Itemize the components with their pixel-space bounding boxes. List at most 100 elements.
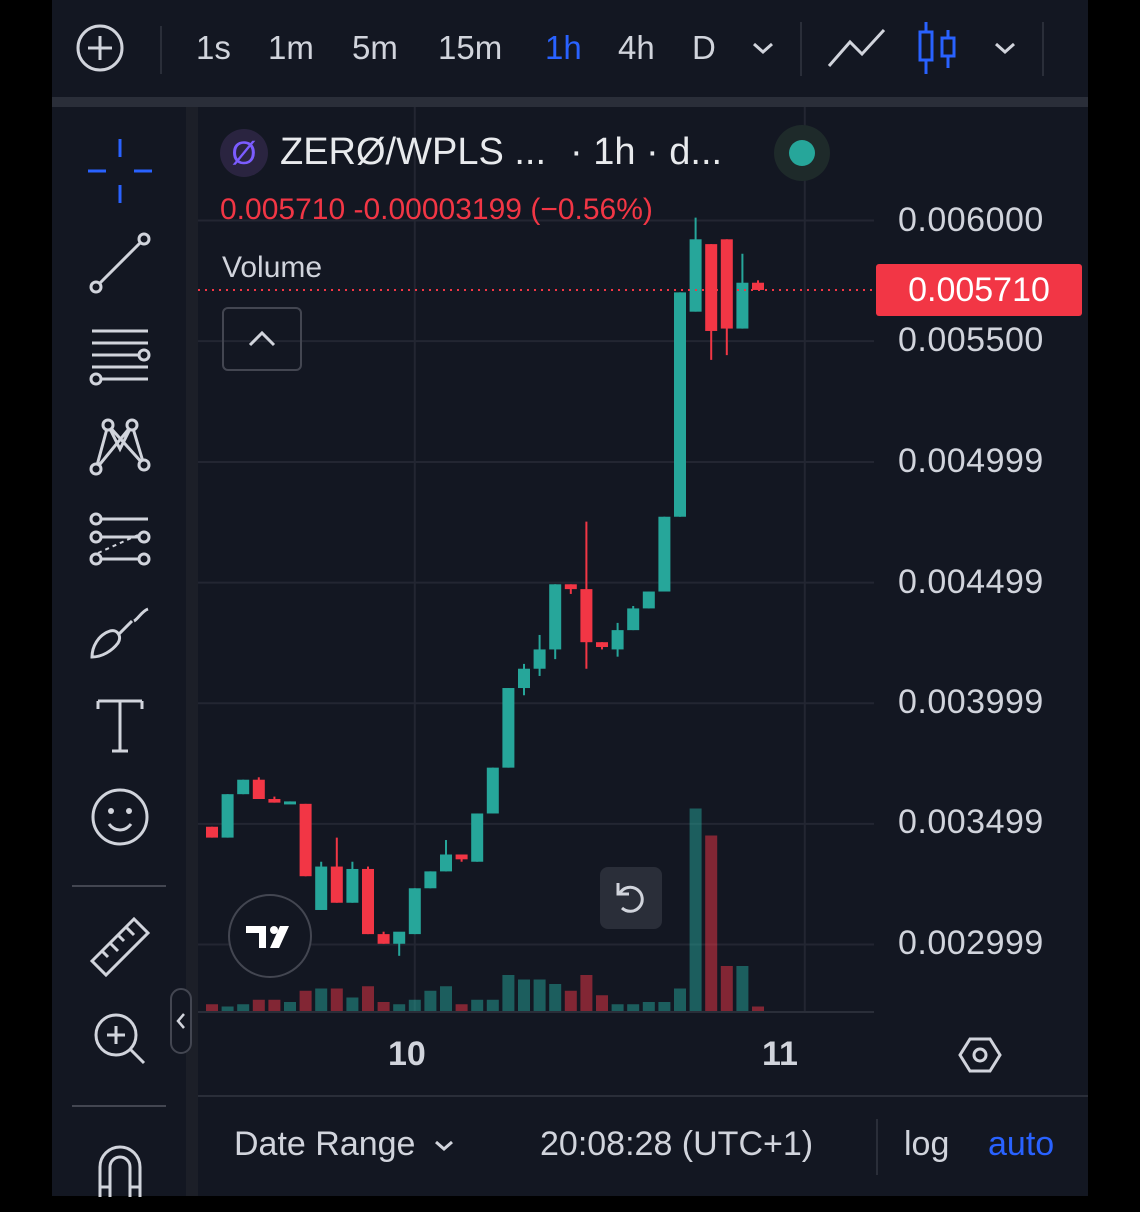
candlestick-chart-icon[interactable] (916, 20, 958, 76)
volume-bar (284, 1002, 296, 1011)
magnet-icon[interactable] (80, 1127, 160, 1207)
brush-icon[interactable] (80, 591, 160, 671)
candle-body (268, 799, 281, 803)
timeframe-1m[interactable]: 1m (268, 28, 314, 68)
symbol-logo: Ø (220, 129, 268, 177)
candle-body (580, 589, 593, 643)
volume-bar (393, 1004, 406, 1011)
timeframe-1h[interactable]: 1h (545, 28, 582, 68)
volume-bar (377, 1002, 390, 1011)
chart-type-chevron-down-icon[interactable] (992, 38, 1018, 58)
candle-body (393, 931, 406, 944)
volume-bar (705, 835, 718, 1011)
candle-body (315, 866, 328, 910)
candle-body (455, 854, 468, 860)
timeframe-5m[interactable]: 5m (352, 28, 398, 68)
volume-bar (252, 999, 265, 1011)
candle-body (237, 779, 250, 795)
time-axis-label: 11 (762, 1035, 798, 1073)
fib-retracement-icon[interactable] (80, 315, 160, 395)
volume-bar (533, 979, 546, 1011)
toolbar-divider (72, 885, 166, 887)
date-range-label: Date Range (234, 1125, 416, 1163)
candle-body (627, 608, 640, 631)
candle-body (564, 584, 577, 590)
timeframe-15m[interactable]: 15m (438, 28, 502, 68)
ruler-icon[interactable] (80, 907, 160, 987)
candle-body (377, 934, 390, 944)
volume-bar (237, 1004, 250, 1011)
line-chart-icon[interactable] (826, 24, 888, 72)
chart-settings-icon[interactable] (958, 1033, 1002, 1077)
volume-bar (736, 966, 749, 1011)
volume-bar (455, 1004, 468, 1011)
tradingview-logo-icon[interactable] (228, 894, 312, 978)
volume-bar (720, 966, 733, 1011)
clock-timezone[interactable]: 20:08:28 (UTC+1) (540, 1125, 813, 1164)
pattern-icon[interactable] (80, 407, 160, 487)
time-axis-label: 10 (388, 1035, 426, 1073)
volume-bar (486, 999, 499, 1011)
volume-bar (206, 1004, 218, 1011)
candle-body (221, 794, 234, 838)
reset-chart-icon[interactable] (600, 867, 662, 929)
add-symbol-icon[interactable] (74, 22, 126, 74)
candle-body (408, 888, 421, 935)
symbol-name[interactable]: ZERØ/WPLS ... (280, 131, 546, 174)
candle-body (330, 866, 343, 903)
zoom-in-icon[interactable] (80, 999, 160, 1079)
volume-bar (362, 986, 374, 1011)
candle-body (346, 868, 359, 903)
emoji-icon[interactable] (80, 777, 160, 857)
timeframe-1s[interactable]: 1s (196, 28, 231, 68)
volume-bar (346, 997, 359, 1011)
volume-bar (580, 975, 593, 1011)
candle-body (440, 854, 452, 872)
collapse-legend-button[interactable] (222, 307, 302, 371)
candle-body (674, 292, 686, 517)
ohlc-readout: 0.005710 -0.00003199 (−0.56%) (220, 193, 653, 227)
candle-body (471, 813, 484, 862)
price-change: -0.00003199 (353, 193, 522, 226)
trend-line-icon[interactable] (80, 223, 160, 303)
candle-body (720, 239, 733, 329)
volume-bar (424, 990, 437, 1011)
timeframe-d[interactable]: D (692, 28, 716, 68)
text-icon[interactable] (80, 685, 160, 765)
volume-bar (221, 1006, 234, 1011)
auto-scale-toggle[interactable]: auto (988, 1125, 1054, 1164)
candle-body (284, 801, 296, 805)
crosshair-icon[interactable] (80, 131, 160, 211)
top-toolbar: 1s 1m 5m 15m 1h 4h D (52, 0, 1088, 97)
chevron-left-icon (176, 1013, 185, 1029)
candle-body (611, 630, 624, 650)
volume-bar (440, 986, 452, 1011)
volume-bar (611, 1004, 624, 1011)
prediction-icon[interactable] (80, 499, 160, 579)
timeframe-chevron-down-icon[interactable] (750, 38, 776, 58)
candle-body (642, 591, 655, 609)
candle-body (658, 516, 671, 592)
last-price: 0.005710 (220, 193, 346, 226)
candle-body (689, 239, 702, 312)
price-change-percent: (−0.56%) (530, 193, 653, 226)
collapse-toolbar-button[interactable] (170, 988, 192, 1054)
volume-legend: Volume (222, 251, 323, 284)
market-status-icon[interactable] (774, 125, 830, 181)
candle-body (424, 871, 437, 889)
chart-pane[interactable]: Ø ZERØ/WPLS ... · 1h · d... 0.005710 -0.… (198, 107, 1088, 1196)
log-scale-toggle[interactable]: log (904, 1125, 949, 1164)
volume-bar (268, 999, 281, 1011)
chevron-up-icon (248, 330, 276, 347)
toolbar-divider (72, 1105, 166, 1107)
timeframe-4h[interactable]: 4h (618, 28, 655, 68)
volume-bar (549, 984, 562, 1011)
volume-bar (642, 1002, 655, 1011)
price-axis-label: 0.003999 (898, 683, 1044, 721)
candle-body (752, 282, 764, 290)
price-axis-label: 0.005500 (898, 321, 1044, 359)
drawing-toolbar (52, 107, 186, 1197)
date-range-button[interactable]: Date Range (234, 1125, 455, 1164)
volume-bar (299, 990, 312, 1011)
volume-bar (658, 1002, 671, 1011)
